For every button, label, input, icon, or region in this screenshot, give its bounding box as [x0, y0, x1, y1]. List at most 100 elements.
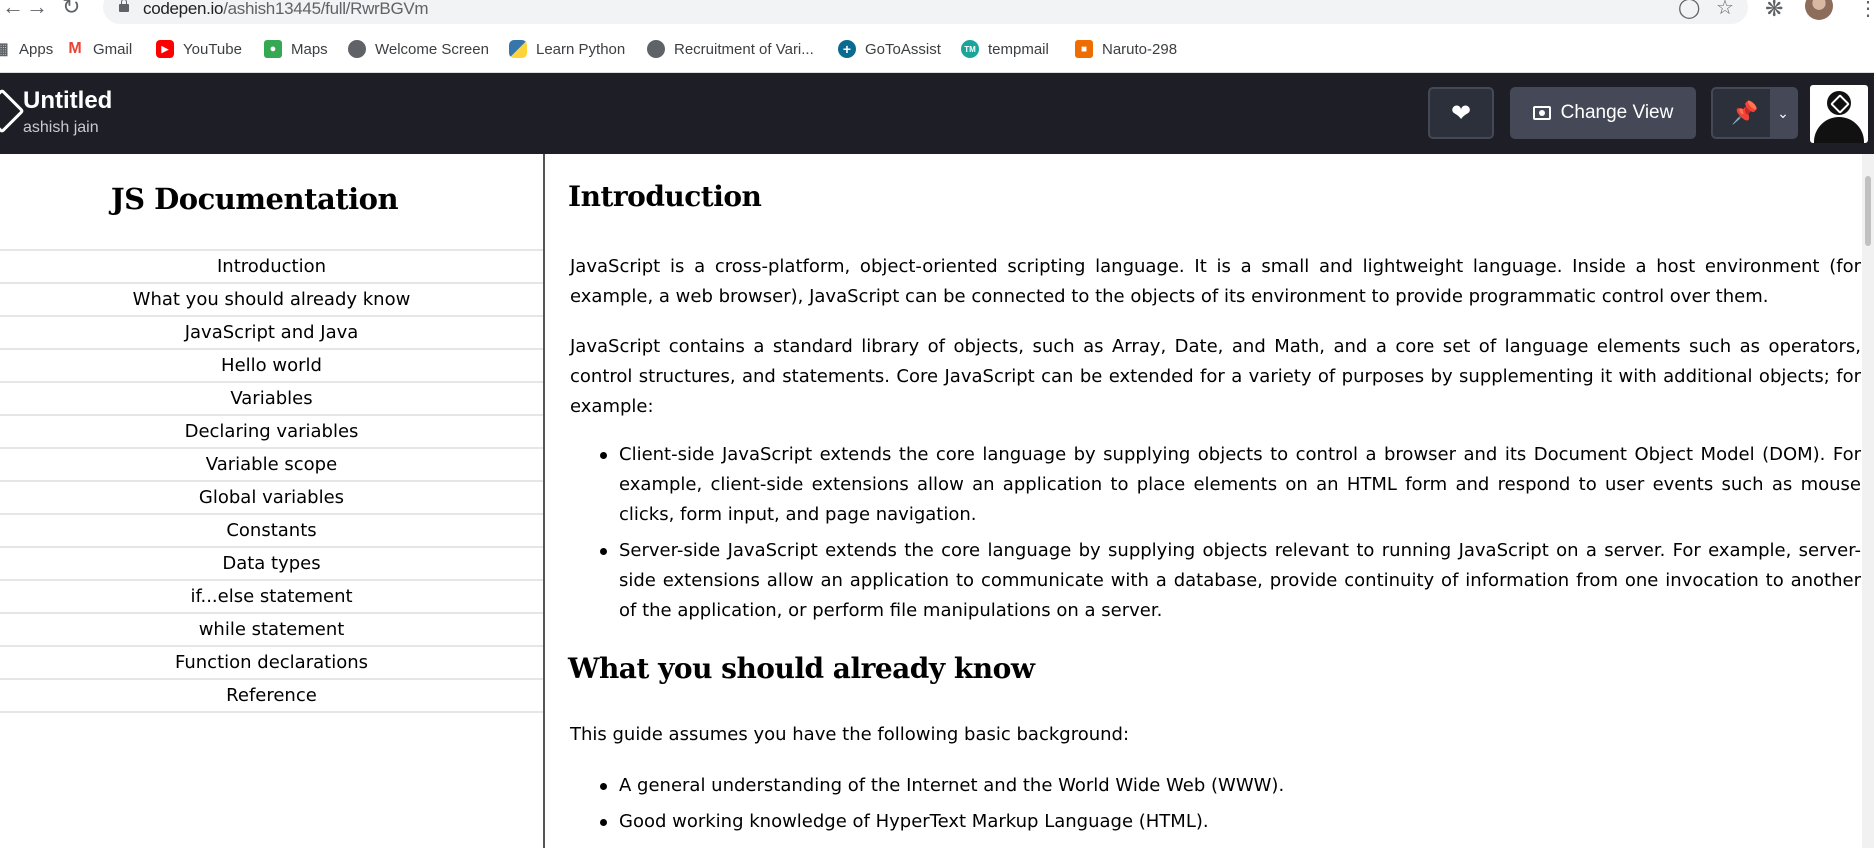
list-item: A general understanding of the Internet … — [570, 771, 1861, 801]
gmail-icon: M — [68, 40, 82, 57]
bookmark-label: Naruto-298 — [1102, 40, 1178, 58]
nav-link-variables[interactable]: Variables — [0, 383, 543, 416]
eye-slash-icon[interactable]: ◯ — [1678, 0, 1700, 20]
bookmark-recruitment[interactable]: Recruitment of Vari... — [647, 39, 814, 59]
user-avatar[interactable] — [1810, 85, 1868, 143]
back-arrow-icon[interactable]: ← — [2, 0, 24, 20]
main-doc: Introduction JavaScript is a cross-platf… — [545, 154, 1862, 848]
nav-link-label: Hello world — [221, 355, 322, 376]
heart-icon: ❤ — [1450, 99, 1472, 127]
nav-link-declaring-variables[interactable]: Declaring variables — [0, 416, 543, 449]
bookmark-youtube[interactable]: ▶ YouTube — [156, 39, 242, 59]
bookmark-welcome-screen[interactable]: Welcome Screen — [348, 39, 489, 59]
bookmark-tempmail[interactable]: TM tempmail — [961, 39, 1049, 59]
bullet-list: Client-side JavaScript extends the core … — [570, 440, 1861, 632]
globe-icon — [647, 40, 665, 58]
page-scrollbar[interactable] — [1862, 154, 1874, 848]
forward-arrow-icon[interactable]: → — [26, 0, 48, 20]
nav-link-label: Variable scope — [205, 454, 338, 475]
nav-link-label: Constants — [226, 520, 317, 541]
reload-icon[interactable]: ↻ — [62, 0, 80, 20]
scrollbar-thumb[interactable] — [1865, 176, 1871, 246]
url-text[interactable]: codepen.io/ashish13445/full/RwrBGVm — [143, 0, 429, 19]
nav-link-introduction[interactable]: Introduction — [0, 251, 543, 284]
paragraph: JavaScript is a cross-platform, object-o… — [570, 256, 1861, 307]
bookmark-label: Maps — [291, 40, 328, 58]
nav-link-variable-scope[interactable]: Variable scope — [0, 449, 543, 482]
nav-link-data-types[interactable]: Data types — [0, 548, 543, 581]
nav-link-label: Function declarations — [175, 652, 368, 673]
nav-link-while-statement[interactable]: while statement — [0, 614, 543, 647]
bookmark-label: Learn Python — [536, 40, 626, 58]
profile-avatar[interactable] — [1805, 0, 1833, 20]
view-icon — [1532, 106, 1551, 120]
nav-link-label: Global variables — [198, 487, 345, 508]
bookmark-gotoassist[interactable]: + GoToAssist — [838, 39, 941, 59]
url-host: codepen.io — [143, 0, 224, 18]
list-item: Good working knowledge of HyperText Mark… — [570, 807, 1861, 837]
more-menu-icon[interactable]: ⋮ — [1858, 0, 1874, 21]
python-icon — [509, 40, 527, 58]
nav-link-label: Data types — [222, 553, 321, 574]
nav-link-label: Introduction — [216, 256, 326, 277]
maps-icon: ● — [264, 40, 282, 58]
nav-link-label: JavaScript and Java — [184, 322, 359, 343]
bookmark-label: Recruitment of Vari... — [674, 40, 814, 58]
bookmark-apps[interactable]: ▦ Apps — [0, 39, 53, 59]
nav-link-label: Reference — [226, 685, 317, 706]
paragraph: JavaScript contains a standard library o… — [570, 336, 1861, 417]
nav-link-global-variables[interactable]: Global variables — [0, 482, 543, 515]
nav-link-label: Declaring variables — [184, 421, 359, 442]
nav-link-list: Introduction What you should already kno… — [0, 249, 543, 713]
chevron-down-icon[interactable]: ⌄ — [1770, 89, 1796, 137]
apps-grid-icon: ▦ — [0, 41, 9, 58]
list-item: Server-side JavaScript extends the core … — [570, 536, 1861, 626]
pen-author[interactable]: ashish jain — [23, 119, 99, 137]
bookmark-naruto[interactable]: ■ Naruto-298 — [1075, 39, 1177, 59]
nav-link-if-else-statement[interactable]: if...else statement — [0, 581, 543, 614]
address-bar[interactable]: codepen.io/ashish13445/full/RwrBGVm ◯ ☆ — [103, 0, 1748, 24]
pen-title[interactable]: Untitled — [23, 87, 112, 115]
change-view-label: Change View — [1560, 102, 1674, 123]
bookmark-label: Welcome Screen — [375, 40, 489, 58]
nav-link-label: Variables — [230, 388, 313, 409]
love-button[interactable]: ❤ — [1428, 87, 1494, 139]
section-heading: Introduction — [568, 180, 762, 213]
tempmail-icon: TM — [961, 40, 979, 58]
youtube-icon: ▶ — [156, 40, 174, 58]
nav-link-constants[interactable]: Constants — [0, 515, 543, 548]
bookmark-gmail[interactable]: M Gmail — [66, 39, 132, 59]
star-icon[interactable]: ☆ — [1716, 0, 1734, 20]
nav-link-javascript-and-java[interactable]: JavaScript and Java — [0, 317, 543, 350]
globe-icon — [348, 40, 366, 58]
bookmark-label: tempmail — [988, 40, 1049, 58]
documentation-title: JS Documentation — [110, 182, 399, 216]
nav-link-function-declarations[interactable]: Function declarations — [0, 647, 543, 680]
lock-icon[interactable] — [119, 0, 129, 12]
browser-toolbar: ← → ↻ codepen.io/ashish13445/full/RwrBGV… — [0, 0, 1874, 25]
pin-button[interactable]: 📌 ⌄ — [1711, 87, 1798, 139]
bookmark-maps[interactable]: ● Maps — [264, 39, 328, 59]
nav-link-what-you-should-already-know[interactable]: What you should already know — [0, 284, 543, 317]
section-heading: What you should already know — [568, 652, 1035, 685]
nav-link-hello-world[interactable]: Hello world — [0, 350, 543, 383]
url-path: /ashish13445/full/RwrBGVm — [223, 0, 429, 18]
bookmark-label: Gmail — [93, 40, 133, 58]
nav-link-label: while statement — [198, 619, 345, 640]
codepen-logo-icon[interactable] — [0, 88, 25, 134]
extensions-puzzle-icon[interactable]: ❋ — [1765, 0, 1783, 22]
bookmark-learn-python[interactable]: Learn Python — [509, 39, 625, 59]
bookmarks-bar: ▦ Apps M Gmail ▶ YouTube ● Maps Welcome … — [0, 25, 1874, 73]
bookmark-label: GoToAssist — [865, 40, 941, 58]
pin-icon: 📌 — [1731, 100, 1759, 125]
list-item: Client-side JavaScript extends the core … — [570, 440, 1861, 530]
change-view-button[interactable]: Change View — [1510, 87, 1696, 139]
paragraph: This guide assumes you have the followin… — [570, 724, 1130, 745]
navbar: JS Documentation Introduction What you s… — [0, 154, 545, 848]
nav-link-label: if...else statement — [190, 586, 353, 607]
nav-link-reference[interactable]: Reference — [0, 680, 543, 713]
bookmark-label: YouTube — [183, 40, 242, 58]
gotoassist-icon: + — [838, 40, 856, 58]
naruto-icon: ■ — [1075, 40, 1093, 58]
avatar-body — [1814, 117, 1864, 143]
